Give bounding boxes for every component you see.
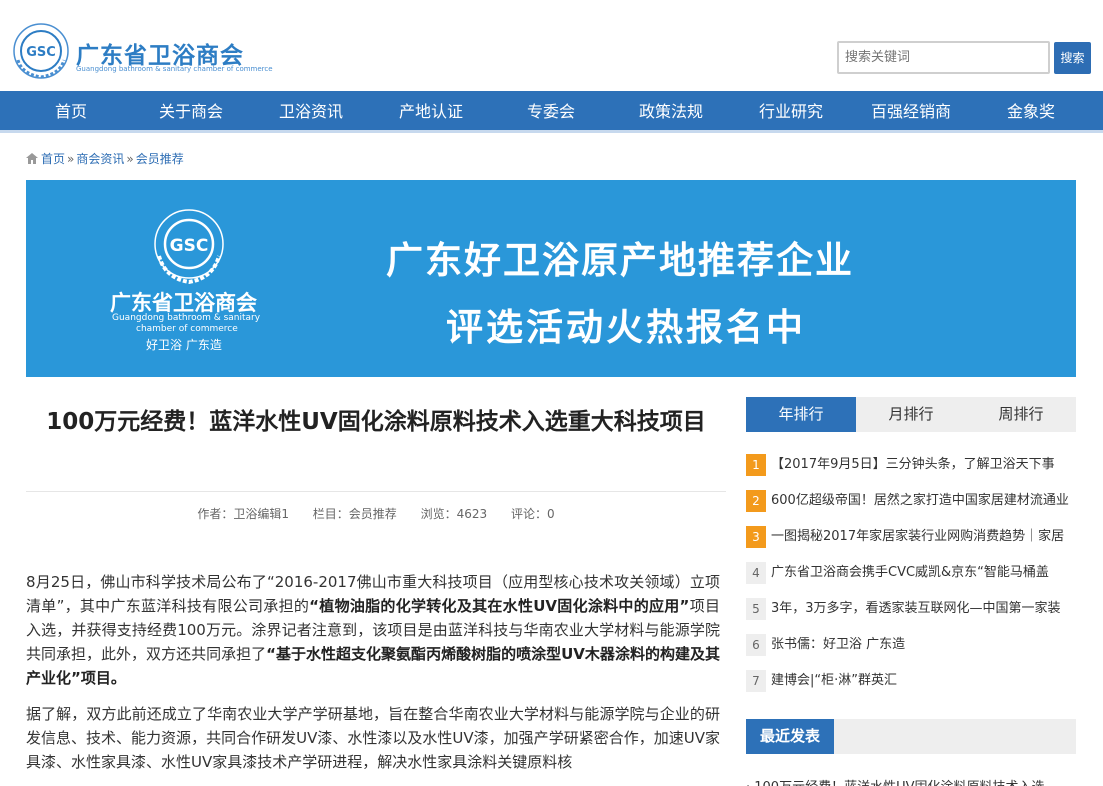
rank-list-item[interactable]: 3 一图揭秘2017年家居家装行业网购消费趋势｜家居 — [746, 519, 1076, 555]
rank-item-link[interactable]: 600亿超级帝国！居然之家打造中国家居建材流通业 — [771, 491, 1071, 511]
recent-posts-title[interactable]: 最近发表 — [746, 719, 834, 754]
emblem-text: GSC — [26, 45, 56, 60]
article-body: 8月25日，佛山市科学技术局公布了“2016-2017佛山市重大科技项目（应用型… — [26, 570, 720, 786]
rank-item-link[interactable]: 广东省卫浴商会携手CVC威凯&京东“智能马桶盖 — [771, 563, 1071, 583]
rank-tabs: 年排行 月排行 周排行 — [746, 397, 1076, 432]
banner-logo-subtitle: Guangdong bathroom & sanitary — [112, 313, 261, 323]
nav-item-research[interactable]: 行业研究 — [731, 91, 851, 133]
nav-item-committee[interactable]: 专委会 — [491, 91, 611, 133]
tab-weekly-rank[interactable]: 周排行 — [966, 397, 1076, 432]
article-views: 浏览：4623 — [420, 507, 488, 521]
article-meta: 作者：卫浴编辑1 栏目：会员推荐 浏览：4623 评论：0 — [26, 505, 726, 522]
rank-number-badge: 6 — [746, 634, 766, 656]
breadcrumb-news[interactable]: 商会资讯 — [76, 152, 124, 166]
rank-list-item[interactable]: 5 3年，3万多字，看透家装互联网化—中国第一家装 — [746, 591, 1076, 627]
nav-item-golden-elephant[interactable]: 金象奖 — [971, 91, 1091, 133]
rank-item-link[interactable]: 3年，3万多字，看透家装互联网化—中国第一家装 — [771, 599, 1071, 619]
rank-list-item[interactable]: 2 600亿超级帝国！居然之家打造中国家居建材流通业 — [746, 483, 1076, 519]
article-author: 作者：卫浴编辑1 — [197, 507, 289, 521]
gsc-emblem-icon: GSC — [13, 23, 69, 79]
article-comments: 评论：0 — [511, 507, 555, 521]
breadcrumb-member[interactable]: 会员推荐 — [136, 152, 184, 166]
rank-item-link[interactable]: 一图揭秘2017年家居家装行业网购消费趋势｜家居 — [771, 527, 1071, 547]
logo-subtitle: Guangdong bathroom & sanitary chamber of… — [76, 65, 273, 73]
banner-logo-subtitle: chamber of commerce — [136, 324, 238, 334]
banner-headline: 广东好卫浴原产地推荐企业 — [386, 239, 854, 282]
nav-item-about[interactable]: 关于商会 — [131, 91, 251, 133]
rank-number-badge: 3 — [746, 526, 766, 548]
recent-posts-header: 最近发表 — [746, 719, 1076, 754]
rank-number-badge: 5 — [746, 598, 766, 620]
banner-subheadline: 评选活动火热报名中 — [446, 306, 806, 349]
gsc-emblem-icon: GSC — [154, 209, 224, 285]
article-paragraph: 8月25日，佛山市科学技术局公布了“2016-2017佛山市重大科技项目（应用型… — [26, 570, 720, 690]
rank-list-item[interactable]: 4 广东省卫浴商会携手CVC威凯&京东“智能马桶盖 — [746, 555, 1076, 591]
breadcrumb-separator: » — [126, 152, 134, 166]
emblem-text: GSC — [170, 236, 209, 256]
promo-banner[interactable]: GSC 广东省卫浴商会 Guangdong bathroom & sanitar… — [26, 180, 1076, 377]
rank-item-link[interactable]: 【2017年9月5日】三分钟头条，了解卫浴天下事 — [771, 455, 1071, 475]
bold-text-run: “植物油脂的化学转化及其在水性UV固化涂料中的应用” — [309, 597, 690, 615]
bold-text-run: 项目。 — [80, 669, 126, 687]
nav-item-top-dealers[interactable]: 百强经销商 — [851, 91, 971, 133]
tab-yearly-rank[interactable]: 年排行 — [746, 397, 856, 432]
recent-post-item[interactable]: · 100万元经费！蓝洋水性UV固化涂料原料技术入选 — [746, 776, 1076, 786]
rank-list-item[interactable]: 6 张书儒：好卫浴 广东造 — [746, 627, 1076, 663]
rank-list-item[interactable]: 7 建博会|“柜·淋”群英汇 — [746, 663, 1076, 699]
rank-number-badge: 2 — [746, 490, 766, 512]
site-header: GSC 广东省卫浴商会 Guangdong bathroom & sanitar… — [0, 0, 1103, 91]
divider — [26, 491, 726, 492]
nav-item-news[interactable]: 卫浴资讯 — [251, 91, 371, 133]
breadcrumb-separator: » — [67, 152, 75, 166]
nav-item-origin-cert[interactable]: 产地认证 — [371, 91, 491, 133]
banner-slogan: 好卫浴 广东造 — [146, 338, 222, 352]
rank-number-badge: 4 — [746, 562, 766, 584]
rank-item-link[interactable]: 建博会|“柜·淋”群英汇 — [771, 671, 1071, 691]
nav-item-home[interactable]: 首页 — [11, 91, 131, 133]
article-column: 栏目：会员推荐 — [312, 507, 397, 521]
search-button[interactable]: 搜索 — [1054, 42, 1091, 74]
article-title: 100万元经费！蓝洋水性UV固化涂料原料技术入选重大科技项目 — [46, 409, 706, 435]
rank-list: 1 【2017年9月5日】三分钟头条，了解卫浴天下事 2 600亿超级帝国！居然… — [746, 447, 1076, 699]
search-input[interactable] — [837, 41, 1050, 74]
rank-number-badge: 1 — [746, 454, 766, 476]
article-paragraph: 据了解，双方此前还成立了华南农业大学产学研基地，旨在整合华南农业大学材料与能源学… — [26, 705, 720, 771]
main-nav: 首页 关于商会 卫浴资讯 产地认证 专委会 政策法规 行业研究 百强经销商 金象… — [0, 91, 1103, 133]
nav-item-policy[interactable]: 政策法规 — [611, 91, 731, 133]
breadcrumb-home[interactable]: 首页 — [41, 152, 65, 166]
breadcrumb: 首页» 商会资讯» 会员推荐 — [26, 150, 184, 167]
tab-monthly-rank[interactable]: 月排行 — [856, 397, 966, 432]
rank-number-badge: 7 — [746, 670, 766, 692]
site-logo[interactable]: GSC 广东省卫浴商会 Guangdong bathroom & sanitar… — [12, 22, 273, 82]
rank-list-item[interactable]: 1 【2017年9月5日】三分钟头条，了解卫浴天下事 — [746, 447, 1076, 483]
home-icon — [26, 153, 38, 164]
rank-item-link[interactable]: 张书儒：好卫浴 广东造 — [771, 635, 1071, 655]
